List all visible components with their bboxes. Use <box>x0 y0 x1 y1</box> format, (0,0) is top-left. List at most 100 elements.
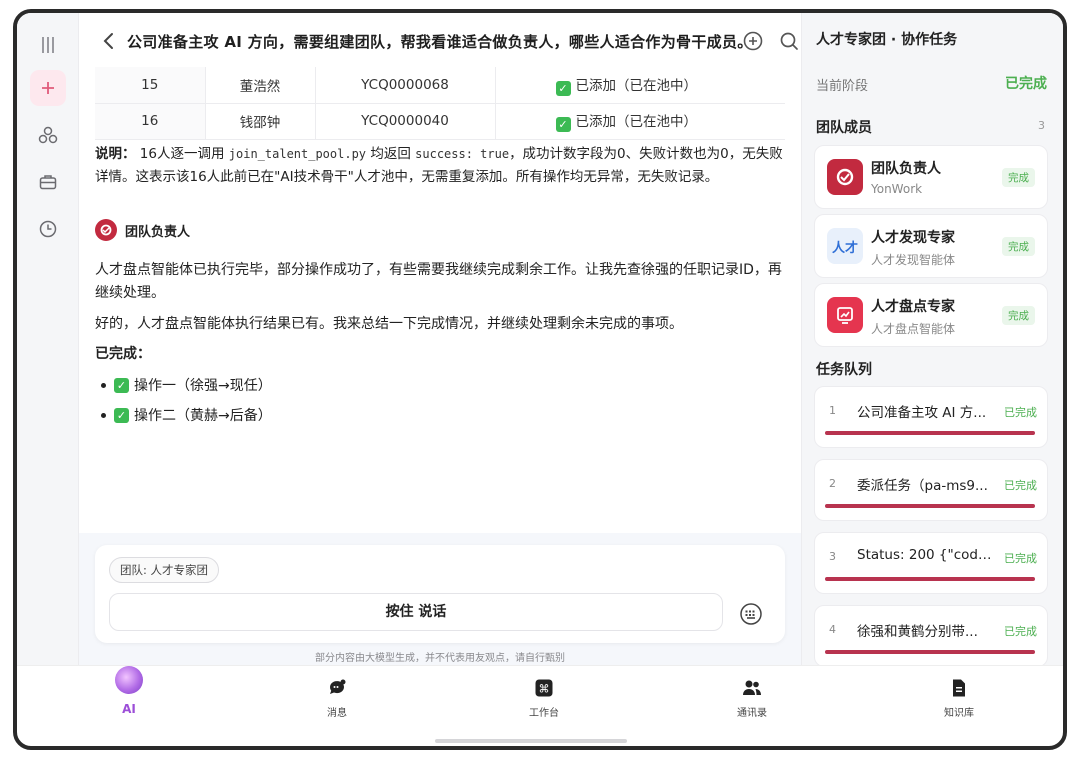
done-heading: 已完成： <box>95 346 151 362</box>
message-paragraph: 人才盘点智能体已执行完毕，部分操作成功了，有些需要我继续完成剩余工作。让我先查徐… <box>95 262 782 301</box>
list-item: ✓ 操作一（徐强→现任） <box>101 375 272 395</box>
workbench-icon: ⌘ <box>534 678 554 698</box>
check-icon: ✓ <box>555 80 571 96</box>
nav-label: 消息 <box>327 708 347 719</box>
new-topic-icon[interactable] <box>741 29 765 53</box>
task-card[interactable]: 3 Status: 200 {"code... 已完成 <box>814 532 1048 594</box>
history-clock-icon[interactable] <box>30 211 66 247</box>
row-index: 16 <box>95 103 206 140</box>
yonwork-logo-icon <box>827 159 863 195</box>
task-title: 委派任务（pa-ms9... <box>857 478 988 494</box>
task-card[interactable]: 4 徐强和黄鹤分别带... 已完成 <box>814 605 1048 667</box>
nav-label: 知识库 <box>944 708 974 719</box>
bullet-dot <box>101 382 106 388</box>
member-card[interactable]: 团队负责人 YonWork 完成 <box>814 145 1048 209</box>
nav-item-knowledge[interactable]: 知识库 <box>909 666 1009 728</box>
task-status: 已完成 <box>1004 552 1037 565</box>
task-title: 公司准备主攻 AI 方... <box>857 405 987 421</box>
member-name: 人才发现专家 <box>871 230 955 246</box>
agents-icon[interactable] <box>30 117 66 153</box>
contacts-icon <box>742 678 762 698</box>
member-name: 人才盘点专家 <box>871 299 955 315</box>
briefcase-icon[interactable] <box>30 164 66 200</box>
team-chip[interactable]: 团队: 人才专家团 <box>109 557 220 583</box>
agent-name: 团队负责人 <box>125 224 191 240</box>
back-chevron-icon[interactable] <box>97 29 121 53</box>
check-icon: ✓ <box>114 377 129 393</box>
member-subtitle: YonWork <box>871 182 923 196</box>
composer-area: 团队: 人才专家团 按住 说话 部分内容由大模型生成，并不代表用友观点，请自行甄… <box>79 533 801 665</box>
agent-header: 团队负责人 <box>95 219 190 241</box>
task-number: 1 <box>829 404 836 417</box>
ai-disclaimer: 部分内容由大模型生成，并不代表用友观点，请自行甄别 <box>315 653 565 664</box>
table-row: 15 董浩然 YCQ0000068 ✓ 已添加（已在池中） <box>95 67 785 104</box>
knowledge-icon <box>949 678 969 698</box>
tasks-title: 任务队列 <box>816 362 872 378</box>
row-status-text: 已添加（已在池中） <box>575 77 698 94</box>
list-item: ✓ 操作二（黄赫→后备） <box>101 405 272 425</box>
row-status: ✓ 已添加（已在池中） <box>495 103 785 140</box>
chat-area: 公司准备主攻 AI 方向，需要组建团队，帮我看谁适合做负责人，哪些人适合作为骨干… <box>79 13 801 665</box>
table-row: 16 钱邵钟 YCQ0000040 ✓ 已添加（已在池中） <box>95 103 785 140</box>
bottom-nav: AI 消息 ⌘ 工作台 通讯录 知识库 <box>17 665 1063 727</box>
row-index: 15 <box>95 67 206 104</box>
row-name: 董浩然 <box>205 67 316 104</box>
nav-item-ai[interactable]: AI <box>79 666 179 728</box>
task-number: 2 <box>829 477 836 490</box>
ai-orb-icon <box>115 666 143 694</box>
list-item-text: 操作二（黄赫→后备） <box>134 408 272 424</box>
stage-value: 已完成 <box>1005 76 1047 92</box>
row-id: YCQ0000040 <box>315 103 496 140</box>
keyboard-icon[interactable] <box>739 602 763 626</box>
check-icon: ✓ <box>114 407 129 423</box>
stage-label: 当前阶段 <box>816 79 869 94</box>
nav-item-messages[interactable]: 消息 <box>287 666 387 728</box>
member-card[interactable]: 人才盘点专家 人才盘点智能体 完成 <box>814 283 1048 347</box>
task-title: 徐强和黄鹤分别带... <box>857 624 978 640</box>
task-card[interactable]: 2 委派任务（pa-ms9... 已完成 <box>814 459 1048 521</box>
note-paragraph: 说明： 16人逐一调用 join_talent_pool.py 均返回 succ… <box>95 143 785 189</box>
talent-discovery-icon: 人才 <box>827 228 863 264</box>
yonwork-logo-icon <box>95 219 117 241</box>
check-icon: ✓ <box>555 117 571 132</box>
hold-to-talk-button[interactable]: 按住 说话 <box>109 593 723 631</box>
row-name: 钱邵钟 <box>205 103 316 140</box>
task-title: Status: 200 {"code... <box>857 547 997 563</box>
new-chat-plus-icon[interactable] <box>30 70 66 106</box>
home-indicator <box>435 739 627 743</box>
task-progress-bar <box>825 577 1035 581</box>
row-id: YCQ0000068 <box>315 67 496 104</box>
code-inline: success: true <box>415 147 510 161</box>
members-title: 团队成员 <box>816 120 872 136</box>
collab-panel: 人才专家团 · 协作任务 当前阶段 已完成 团队成员 3 团队负责人 YonWo… <box>801 13 1063 667</box>
task-progress-bar <box>825 504 1035 508</box>
search-icon[interactable] <box>777 29 801 53</box>
nav-label: 通讯录 <box>737 708 767 719</box>
member-status-badge: 完成 <box>1002 168 1035 187</box>
note-text: 16人逐一调用 <box>135 146 229 162</box>
row-status: ✓ 已添加（已在池中） <box>495 67 785 104</box>
nav-item-workbench[interactable]: ⌘ 工作台 <box>494 666 594 728</box>
composer: 团队: 人才专家团 按住 说话 <box>95 545 785 643</box>
nav-label: AI <box>122 702 136 716</box>
members-count: 3 <box>1038 119 1045 132</box>
message-icon <box>327 678 347 698</box>
row-status-text: 已添加（已在池中） <box>575 114 698 130</box>
talent-inventory-icon <box>827 297 863 333</box>
task-progress-bar <box>825 650 1035 654</box>
member-subtitle: 人才盘点智能体 <box>871 322 956 336</box>
task-card[interactable]: 1 公司准备主攻 AI 方... 已完成 <box>814 386 1048 448</box>
bullet-dot <box>101 412 106 418</box>
member-card[interactable]: 人才 人才发现专家 人才发现智能体 完成 <box>814 214 1048 278</box>
tablet-frame: 公司准备主攻 AI 方向，需要组建团队，帮我看谁适合做负责人，哪些人适合作为骨干… <box>13 9 1067 750</box>
sidebar-toggle-icon[interactable] <box>30 27 66 63</box>
nav-item-contacts[interactable]: 通讯录 <box>702 666 802 728</box>
svg-text:⌘: ⌘ <box>539 683 550 696</box>
member-subtitle: 人才发现智能体 <box>871 253 956 267</box>
task-progress-bar <box>825 431 1035 435</box>
talent-pool-table: 15 董浩然 YCQ0000068 ✓ 已添加（已在池中） 16 钱邵钟 YCQ0… <box>95 67 785 140</box>
task-number: 4 <box>829 623 836 636</box>
list-item-text: 操作一（徐强→现任） <box>134 378 272 394</box>
task-status: 已完成 <box>1004 625 1037 638</box>
panel-title: 人才专家团 · 协作任务 <box>816 32 958 48</box>
